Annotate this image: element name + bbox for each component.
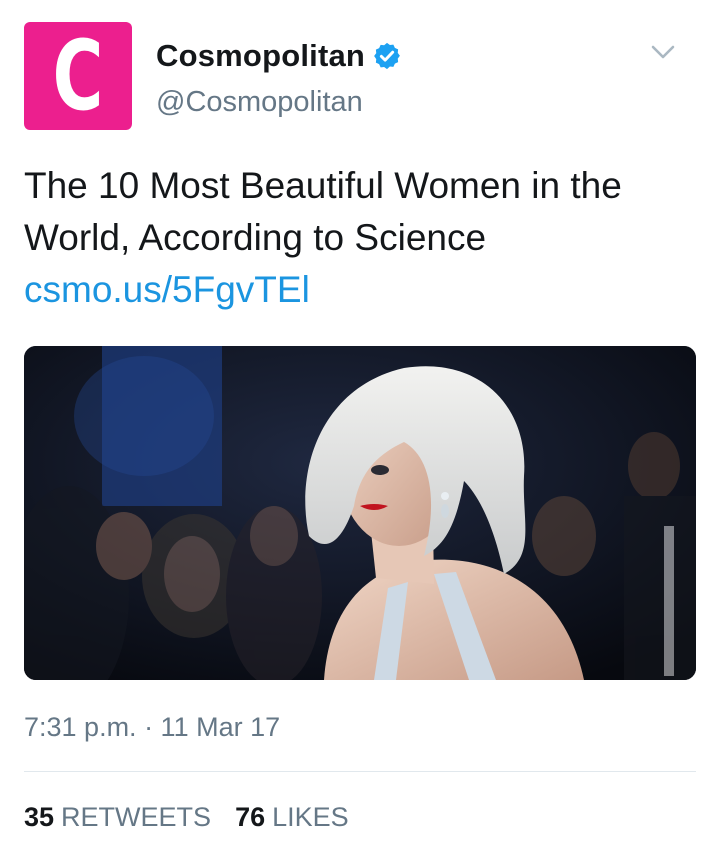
logo-letter: C — [52, 22, 104, 130]
photo-illustration — [24, 346, 696, 680]
verified-badge-icon — [374, 42, 400, 70]
likes-stat[interactable]: 76 LIKES — [235, 802, 349, 833]
retweets-count: 35 — [24, 802, 55, 832]
tweet-text: The 10 Most Beautiful Women in the World… — [24, 160, 704, 316]
tweet-body: The 10 Most Beautiful Women in the World… — [24, 165, 622, 258]
tweet-timestamp[interactable]: 7:31 p.m. · 11 Mar 17 — [24, 712, 280, 743]
tweet-stats: 35 RETWEETS 76 LIKES — [24, 802, 349, 833]
author-name-row: Cosmopolitan — [156, 36, 402, 76]
likes-label: LIKES — [272, 802, 349, 832]
divider — [24, 771, 696, 772]
likes-count: 76 — [235, 802, 266, 832]
cosmopolitan-logo[interactable]: C — [24, 22, 132, 130]
retweets-stat[interactable]: 35 RETWEETS — [24, 802, 211, 833]
chevron-down-icon[interactable] — [646, 40, 680, 64]
retweets-label: RETWEETS — [61, 802, 212, 832]
display-name[interactable]: Cosmopolitan — [156, 38, 365, 74]
user-handle[interactable]: @Cosmopolitan — [156, 86, 363, 119]
tweet-link[interactable]: csmo.us/5FgvTEl — [24, 269, 310, 310]
tweet-media-photo[interactable] — [24, 346, 696, 680]
